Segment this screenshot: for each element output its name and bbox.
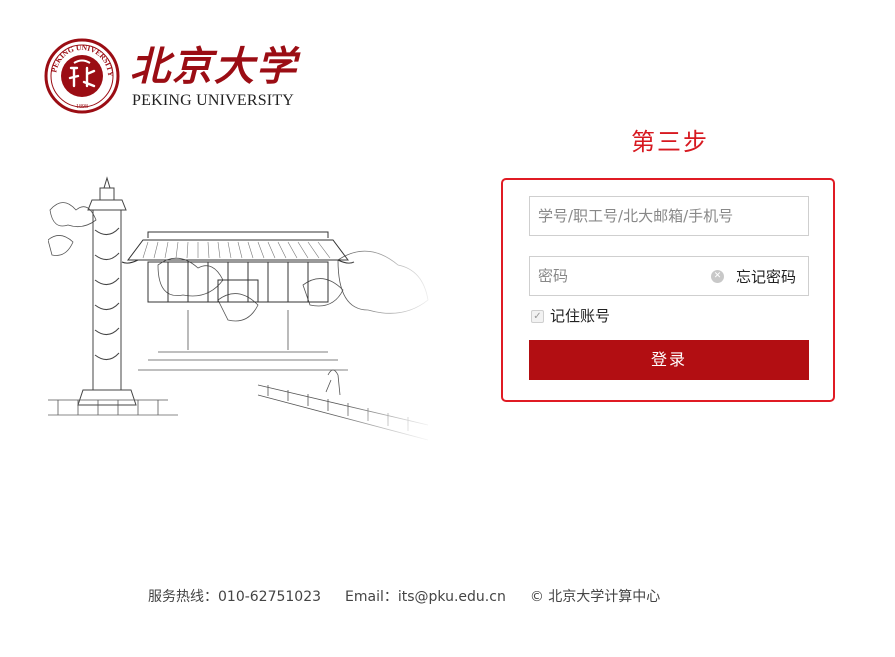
check-icon[interactable]: ✓: [531, 309, 544, 323]
password-field-box: ✕ 忘记密码: [529, 256, 809, 296]
login-panel: ✕ 忘记密码 ✓ 记住账号 登录: [501, 178, 835, 402]
campus-sketch-illustration: [48, 170, 438, 470]
footer-hotline: 服务热线：010-62751023: [148, 589, 322, 605]
footer-copyright: © 北京大学计算中心: [529, 589, 661, 605]
pku-logo: PEKING UNIVERSITY 1898 北京大学 PEKING UNIVE…: [44, 38, 304, 114]
password-input[interactable]: [530, 257, 700, 295]
username-input[interactable]: [530, 197, 808, 235]
logo-chinese-name: 北京大学: [130, 43, 298, 90]
login-button[interactable]: 登录: [529, 340, 809, 380]
username-field-box: [529, 196, 809, 236]
remember-account[interactable]: ✓ 记住账号: [531, 306, 610, 326]
step-title: 第三步: [631, 128, 709, 156]
footer-email: Email：its@pku.edu.cn: [345, 589, 506, 605]
svg-text:1898: 1898: [76, 104, 88, 110]
forgot-password-link[interactable]: 忘记密码: [736, 267, 796, 287]
pku-seal-icon: PEKING UNIVERSITY 1898: [44, 38, 120, 114]
clear-icon[interactable]: ✕: [711, 270, 724, 283]
logo-english-name: PEKING UNIVERSITY: [132, 92, 295, 109]
remember-account-label: 记住账号: [550, 307, 611, 325]
footer: 服务热线：010-62751023 Email：its@pku.edu.cn ©…: [148, 586, 660, 606]
